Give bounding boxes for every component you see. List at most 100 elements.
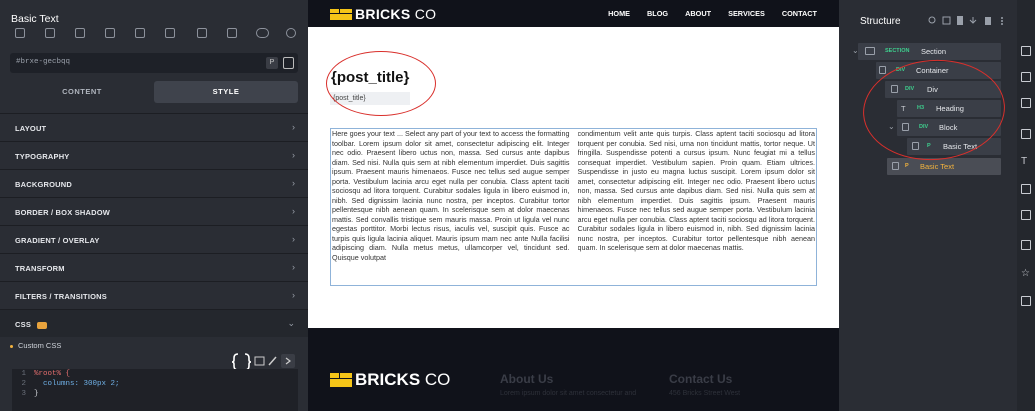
- section-label: BACKGROUND: [15, 180, 72, 189]
- logo-text: BRICKS: [355, 6, 411, 22]
- text-cursor-icon[interactable]: [135, 28, 145, 38]
- nav-link-services[interactable]: SERVICES: [728, 9, 765, 18]
- panel-tabs: CONTENT STYLE: [10, 81, 298, 103]
- image-icon[interactable]: [1021, 296, 1031, 306]
- nav-link-home[interactable]: HOME: [608, 9, 630, 18]
- section-label: TYPOGRAPHY: [15, 152, 70, 161]
- nav-link-about[interactable]: ABOUT: [685, 9, 711, 18]
- section-label: TRANSFORM: [15, 264, 65, 273]
- structure-node-section[interactable]: ⌄ SECTION Section: [852, 43, 1001, 60]
- p-button[interactable]: P: [266, 57, 278, 69]
- basic-text-block[interactable]: Here goes your text ... Select any part …: [330, 128, 817, 286]
- button-icon[interactable]: [1021, 240, 1031, 250]
- pointer-icon[interactable]: [45, 28, 55, 38]
- node-name: Basic Text: [920, 162, 955, 171]
- node-tag: SECTION: [885, 48, 910, 54]
- element-id: #brxe-gecbqq: [16, 58, 71, 66]
- text-lines-icon[interactable]: [1021, 184, 1031, 194]
- nav-link-contact[interactable]: CONTACT: [782, 9, 817, 18]
- section-gradient[interactable]: GRADIENT / OVERLAY ›: [0, 225, 308, 253]
- settings-icon[interactable]: [286, 28, 296, 38]
- left-panel: Basic Text #brxe-gecbqq P CONTENT STYLE …: [0, 0, 308, 411]
- node-name: Section: [921, 47, 947, 56]
- site-nav: HOME BLOG ABOUT SERVICES CONTACT: [608, 9, 817, 18]
- structure-node-basic-text-selected[interactable]: P Basic Text: [887, 158, 1001, 175]
- site-footer: BRICKS CO About Us Lorem ipsum dolor sit…: [308, 328, 839, 411]
- section-label: CSS: [15, 320, 48, 329]
- section-label: BORDER / BOX SHADOW: [15, 208, 111, 217]
- custom-css-label: Custom CSS: [10, 341, 61, 350]
- text-column: Here goes your text ... Select any part …: [332, 129, 570, 262]
- code-toolbar: [231, 352, 297, 371]
- toggle-icon[interactable]: [256, 28, 269, 38]
- tab-style[interactable]: STYLE: [154, 81, 298, 103]
- gear-icon[interactable]: [15, 28, 25, 38]
- braces-icon: [231, 353, 239, 371]
- css-label: CSS: [15, 320, 32, 329]
- section-border[interactable]: BORDER / BOX SHADOW ›: [0, 197, 308, 225]
- chevron-right-icon: ›: [292, 206, 295, 216]
- section-layout[interactable]: LAYOUT ›: [0, 113, 308, 141]
- section-label: LAYOUT: [15, 124, 47, 133]
- annotation-circle: [326, 51, 436, 116]
- div-icon[interactable]: [1021, 129, 1031, 139]
- text-lines-icon: [892, 162, 899, 170]
- chevron-right-icon: ›: [292, 290, 295, 300]
- section-background[interactable]: BACKGROUND ›: [0, 169, 308, 197]
- node-tag: P: [905, 163, 909, 169]
- chevron-down-icon: ⌄: [287, 318, 295, 328]
- trash-icon: [985, 17, 991, 25]
- container-icon[interactable]: [1021, 72, 1031, 82]
- logo-text-light: CO: [414, 6, 437, 22]
- code-line: %root% {: [34, 370, 71, 378]
- section-label: GRADIENT / OVERLAY: [15, 236, 100, 245]
- section-css[interactable]: CSS ⌄: [0, 309, 308, 337]
- clipboard-icon: [957, 16, 963, 25]
- right-toolbar: T ☆: [1017, 0, 1035, 411]
- section-label: FILTERS / TRANSITIONS: [15, 292, 107, 301]
- block-icon[interactable]: [1021, 98, 1031, 108]
- section-filters[interactable]: FILTERS / TRANSITIONS ›: [0, 281, 308, 309]
- logo-text: BRICKS: [355, 370, 421, 389]
- structure-toolbar: [928, 16, 1003, 25]
- cursor-icon[interactable]: [165, 28, 175, 38]
- search-icon[interactable]: [105, 28, 115, 38]
- logo-bricks-icon: [330, 9, 352, 20]
- rich-text-icon[interactable]: [1021, 210, 1031, 220]
- sidebar-left-icon[interactable]: [197, 28, 207, 38]
- chevron-right-icon: ›: [292, 262, 295, 272]
- element-toolbar: [0, 27, 308, 45]
- tab-content[interactable]: CONTENT: [10, 81, 154, 103]
- logo-text-light: CO: [424, 370, 451, 389]
- line-number: 3: [21, 390, 26, 398]
- element-id-field[interactable]: #brxe-gecbqq P: [10, 53, 298, 73]
- chevron-right-icon: ›: [292, 122, 295, 132]
- footer-contact-text: 456 Bricks Street West: [669, 390, 741, 397]
- text-icon[interactable]: [75, 28, 85, 38]
- site-header: BRICKS CO HOME BLOG ABOUT SERVICES CONTA…: [308, 0, 839, 27]
- search-icon: [928, 16, 936, 24]
- container-icon: [879, 66, 886, 74]
- footer-contact-heading: Contact Us: [669, 372, 733, 386]
- line-number: 1: [21, 370, 26, 378]
- heading-icon[interactable]: T: [1021, 156, 1031, 167]
- css-code-editor[interactable]: 1 2 3 %root% { columns: 300px 2; }: [12, 369, 298, 411]
- section-typography[interactable]: TYPOGRAPHY ›: [0, 141, 308, 169]
- footer-about-heading: About Us: [500, 372, 554, 386]
- section-icon: [865, 47, 875, 55]
- list-icon: [254, 356, 265, 366]
- section-transform[interactable]: TRANSFORM ›: [0, 253, 308, 281]
- line-number: 2: [21, 380, 26, 388]
- bullet-icon: [10, 344, 13, 348]
- chevron-right-icon: ›: [292, 178, 295, 188]
- sidebar-right-icon[interactable]: [227, 28, 237, 38]
- chevron-right-icon: ›: [292, 234, 295, 244]
- more-icon: [1001, 23, 1003, 25]
- star-icon[interactable]: ☆: [1021, 268, 1031, 279]
- layout-icon[interactable]: [1021, 46, 1031, 56]
- text-column: condimentum velit ante quis turpis. Clas…: [577, 129, 816, 252]
- brush-icon: [268, 356, 277, 366]
- footer-about-text: Lorem ipsum dolor sit amet consectetur a…: [500, 390, 637, 397]
- nav-link-blog[interactable]: BLOG: [647, 9, 668, 18]
- copy-icon[interactable]: [283, 57, 294, 69]
